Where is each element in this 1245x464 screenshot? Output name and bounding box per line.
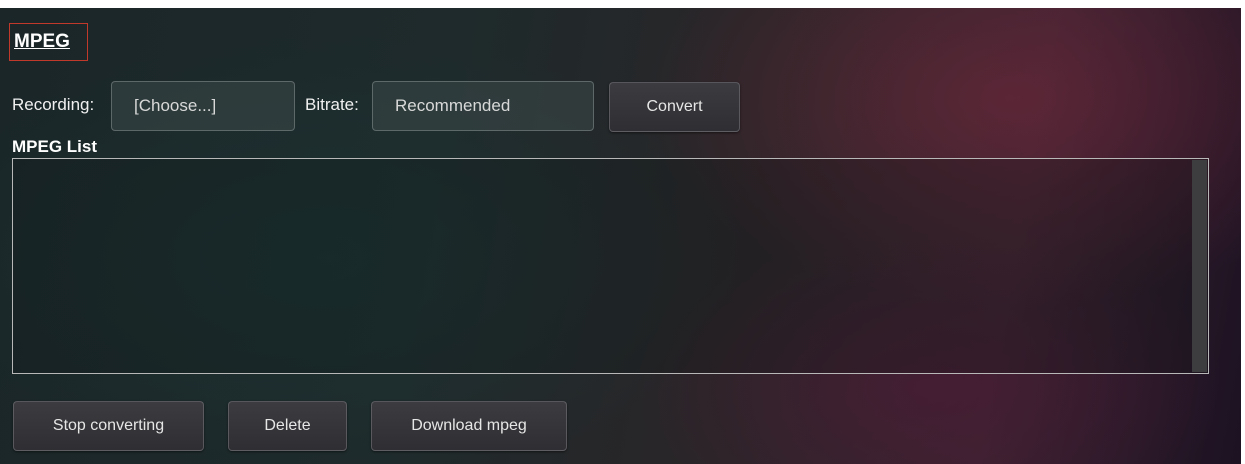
bitrate-select-value: Recommended [395,96,511,115]
title-frame: MPEG [9,23,88,61]
mpeg-list-label: MPEG List [12,137,98,156]
delete-button[interactable]: Delete [228,401,347,451]
mpeg-panel: MPEG Recording: [Choose...] Bitrate: Rec… [0,8,1241,464]
mpeg-list-scrollbar[interactable] [1192,160,1207,372]
stop-converting-button[interactable]: Stop converting [13,401,204,451]
download-mpeg-button[interactable]: Download mpeg [371,401,567,451]
bitrate-select[interactable]: Recommended [372,81,594,131]
mpeg-list[interactable] [12,158,1209,374]
convert-button[interactable]: Convert [609,82,740,132]
recording-select[interactable]: [Choose...] [111,81,295,131]
recording-label: Recording: [12,95,95,114]
recording-select-value: [Choose...] [134,96,217,115]
page-title[interactable]: MPEG [14,31,70,53]
bitrate-label: Bitrate: [305,95,359,114]
